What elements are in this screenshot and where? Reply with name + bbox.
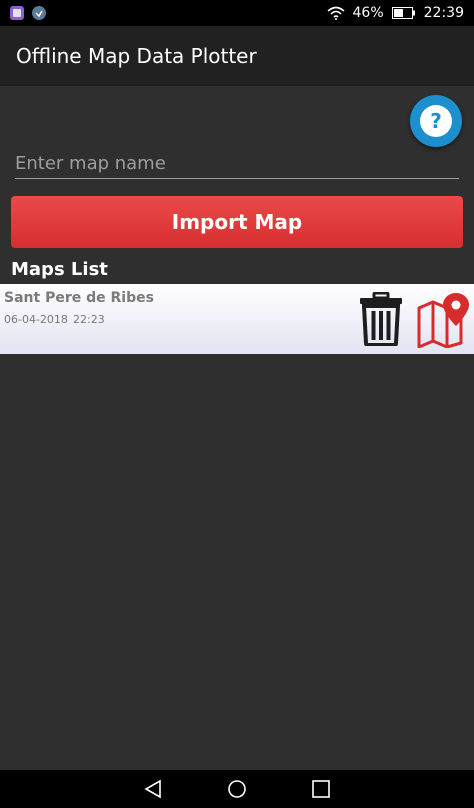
maps-list-heading: Maps List	[11, 259, 108, 280]
map-name-input[interactable]	[15, 148, 459, 179]
map-item-date: 06-04-2018	[4, 313, 68, 326]
app-notification-icon	[10, 6, 24, 20]
recents-button[interactable]	[309, 777, 333, 801]
download-notification-icon	[32, 6, 46, 20]
app-bar: Offline Map Data Plotter	[0, 26, 474, 86]
battery-icon	[391, 7, 415, 19]
map-item-name: Sant Pere de Ribes	[4, 290, 154, 306]
home-icon	[228, 780, 246, 798]
status-right: 46% 22:39	[326, 5, 464, 21]
status-time: 22:39	[423, 5, 464, 21]
wifi-icon	[326, 6, 345, 20]
back-button[interactable]	[141, 777, 165, 801]
help-icon: ?	[420, 105, 452, 137]
battery-percent: 46%	[352, 5, 384, 21]
help-button[interactable]: ?	[410, 95, 462, 147]
status-bar: 46% 22:39	[0, 0, 474, 26]
home-button[interactable]	[225, 777, 249, 801]
map-pin-icon[interactable]	[416, 292, 470, 348]
app-title: Offline Map Data Plotter	[16, 44, 257, 68]
import-map-button[interactable]: Import Map	[11, 196, 463, 248]
back-icon	[144, 779, 161, 799]
recents-icon	[312, 780, 330, 798]
status-left	[10, 6, 46, 20]
navigation-bar	[0, 770, 474, 808]
map-item-time: 22:23	[73, 313, 105, 326]
trash-icon[interactable]	[358, 292, 404, 346]
